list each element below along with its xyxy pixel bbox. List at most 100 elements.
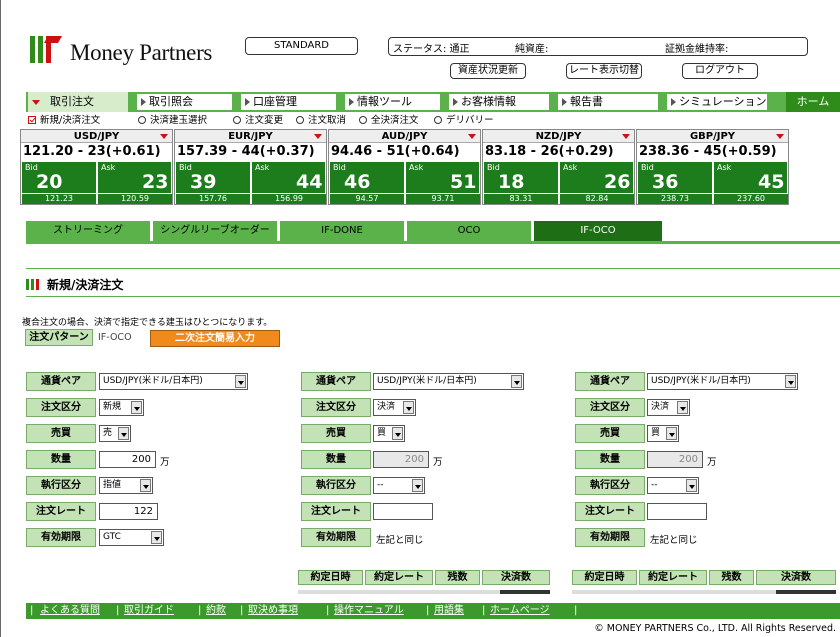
- dropdown-arrow-icon: [118, 427, 129, 440]
- nav-item-simulation[interactable]: シミュレーション: [667, 94, 767, 110]
- secondary-order-quick-input-button[interactable]: 二次注文簡易入力: [150, 330, 280, 347]
- quantity-input[interactable]: 200: [647, 451, 703, 468]
- tab-single-leave-order[interactable]: シングルリーブオーダー: [153, 221, 277, 241]
- dropdown-arrow-icon: [677, 401, 688, 414]
- column-header-exec-time: 約定日時: [298, 570, 363, 585]
- footer-link-rules[interactable]: 取決め事項: [248, 603, 298, 619]
- expiry-value: 左記と同じ: [376, 535, 424, 546]
- dropdown-arrow-icon: [622, 134, 630, 139]
- arrow-right-icon: [671, 98, 676, 106]
- bid-button[interactable]: Bid 20: [22, 162, 96, 193]
- nav-item-trade-order[interactable]: 取引注文: [28, 92, 128, 112]
- position-list-scroll[interactable]: [776, 590, 836, 594]
- quantity-unit: 万: [433, 457, 443, 468]
- column-header-exec-time: 約定日時: [572, 570, 637, 585]
- execution-select[interactable]: --: [647, 477, 699, 494]
- footer-link-faq[interactable]: よくある質問: [40, 603, 100, 619]
- order-type-label: 注文区分: [575, 398, 645, 417]
- order-type-select[interactable]: 決済: [647, 399, 690, 416]
- footer-link-glossary[interactable]: 用語集: [434, 603, 464, 619]
- footer-link-manual[interactable]: 操作マニュアル: [334, 603, 404, 619]
- quantity-input[interactable]: 200: [373, 451, 429, 468]
- pair-selector[interactable]: GBP/JPY: [637, 130, 788, 143]
- rate-input[interactable]: [647, 503, 707, 520]
- side-select[interactable]: 売: [99, 425, 131, 442]
- rate-input[interactable]: 122: [99, 503, 158, 520]
- side-select[interactable]: 買: [373, 425, 405, 442]
- expiry-select[interactable]: GTC: [99, 529, 164, 546]
- nav-home-button[interactable]: ホーム: [786, 92, 840, 112]
- pair-selector[interactable]: EUR/JPY: [175, 130, 326, 143]
- tab-streaming[interactable]: ストリーミング: [26, 221, 150, 241]
- quantity-label: 数量: [575, 450, 645, 469]
- subnav-select-position[interactable]: 決済建玉選択: [138, 112, 207, 126]
- low-value: 120.59: [98, 194, 172, 204]
- expiry-label: 有効期限: [301, 528, 371, 547]
- nav-item-trade-inquiry[interactable]: 取引照会: [137, 94, 232, 110]
- low-value: 237.60: [714, 194, 788, 204]
- tab-oco[interactable]: OCO: [407, 221, 531, 241]
- rate-display-toggle-button[interactable]: レート表示切替: [566, 63, 642, 79]
- logout-button[interactable]: ログアウト: [682, 63, 758, 79]
- ask-button[interactable]: Ask 23: [97, 162, 171, 193]
- bid-button[interactable]: Bid 39: [176, 162, 250, 193]
- rate-input[interactable]: [373, 503, 433, 520]
- footer-link-terms[interactable]: 約款: [206, 603, 226, 619]
- tab-if-oco[interactable]: IF-OCO: [534, 221, 662, 241]
- subnav-delivery[interactable]: デリバリー: [434, 112, 494, 126]
- pair-select[interactable]: USD/JPY(米ドル/日本円): [647, 373, 798, 390]
- ask-button[interactable]: Ask 45: [713, 162, 787, 193]
- order-type-select[interactable]: 決済: [373, 399, 416, 416]
- subnav-new-settle-order[interactable]: 新規/決済注文: [28, 112, 100, 126]
- ask-button[interactable]: Ask 44: [251, 162, 325, 193]
- execution-select[interactable]: --: [373, 477, 425, 494]
- pair-selector[interactable]: AUD/JPY: [329, 130, 480, 143]
- rate-text: 121.20 - 23(+0.61): [23, 144, 161, 159]
- footer-link-homepage[interactable]: ホームページ: [490, 603, 550, 619]
- ask-button[interactable]: Ask 51: [405, 162, 479, 193]
- nav-item-customer-info[interactable]: お客様情報: [449, 94, 549, 110]
- footer-link-trade-guide[interactable]: 取引ガイド: [124, 603, 174, 619]
- dropdown-arrow-icon: [314, 134, 322, 139]
- pair-select[interactable]: USD/JPY(米ドル/日本円): [373, 373, 524, 390]
- subnav-change-order[interactable]: 注文変更: [233, 112, 283, 126]
- position-list-scroll[interactable]: [500, 590, 550, 594]
- high-value: 94.57: [330, 194, 404, 204]
- pair-selector[interactable]: NZD/JPY: [483, 130, 634, 143]
- arrow-right-icon: [453, 98, 458, 106]
- quantity-label: 数量: [301, 450, 371, 469]
- nav-item-info-tools[interactable]: 情報ツール: [345, 94, 440, 110]
- nav-item-account[interactable]: 口座管理: [241, 94, 336, 110]
- status-label: ステータス: 通正: [393, 44, 470, 55]
- pair-select[interactable]: USD/JPY(米ドル/日本円): [99, 373, 248, 390]
- expiry-label: 有効期限: [26, 528, 96, 547]
- execution-select[interactable]: 指値: [99, 477, 153, 494]
- subnav-settle-all[interactable]: 全決済注文: [359, 112, 419, 126]
- low-value: 156.99: [252, 194, 326, 204]
- bid-button[interactable]: Bid 36: [638, 162, 712, 193]
- tab-if-done[interactable]: IF-DONE: [280, 221, 404, 241]
- refresh-assets-button[interactable]: 資産状況更新: [450, 63, 526, 79]
- main-nav: 取引注文 取引照会 口座管理 情報ツール お客様情報 報告書 シミュレーション …: [26, 92, 840, 112]
- side-label: 売買: [301, 424, 371, 443]
- low-value: 82.84: [560, 194, 634, 204]
- bid-button[interactable]: Bid 18: [484, 162, 558, 193]
- ask-button[interactable]: Ask 26: [559, 162, 633, 193]
- quote-panel-nzdjpy: NZD/JPY 83.18 - 26(+0.29) Bid 18 Ask 26 83…: [482, 129, 635, 205]
- nav-item-reports[interactable]: 報告書: [558, 94, 658, 110]
- low-value: 93.71: [406, 194, 480, 204]
- column-header-exec-rate: 約定レート: [639, 570, 707, 585]
- order-type-select[interactable]: 新規: [99, 399, 144, 416]
- column-header-remaining: 残数: [435, 570, 480, 585]
- side-select[interactable]: 買: [647, 425, 679, 442]
- subnav-cancel-order[interactable]: 注文取消: [296, 112, 346, 126]
- column-header-exec-rate: 約定レート: [365, 570, 433, 585]
- pair-selector[interactable]: USD/JPY: [21, 130, 172, 143]
- dropdown-arrow-icon: [686, 479, 697, 492]
- status-box: ステータス: 通正 純資産: 証拠金維持率:: [388, 37, 808, 56]
- copyright: © MONEY PARTNERS Co., LTD. All Rights Re…: [594, 623, 836, 634]
- bid-button[interactable]: Bid 46: [330, 162, 404, 193]
- order-type-label: 注文区分: [26, 398, 96, 417]
- quote-panel-audjpy: AUD/JPY 94.46 - 51(+0.64) Bid 46 Ask 51 94…: [328, 129, 481, 205]
- quantity-input[interactable]: 200: [99, 451, 156, 468]
